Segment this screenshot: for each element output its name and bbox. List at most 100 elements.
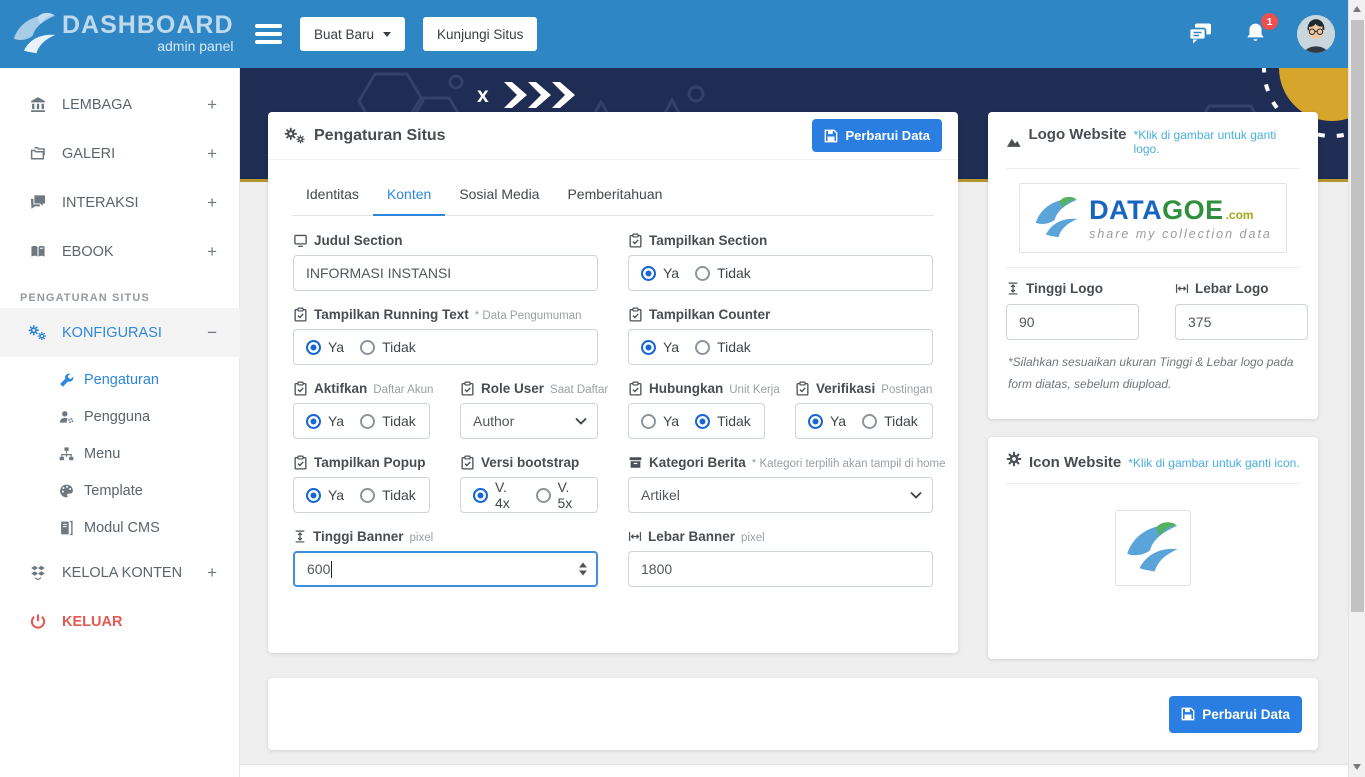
settings-card-header: Pengaturan Situs Perbarui Data xyxy=(268,112,958,160)
popup-radio-group: Ya Tidak xyxy=(293,477,430,513)
notification-badge: 1 xyxy=(1261,13,1278,30)
tinggi-banner-input[interactable]: 600 xyxy=(293,551,598,587)
radio-tidak[interactable]: Tidak xyxy=(695,339,751,355)
radio-tidak[interactable]: Tidak xyxy=(695,265,751,281)
field-tampilkan-section: Tampilkan Section Ya Tidak xyxy=(628,233,933,291)
konfigurasi-submenu: Pengaturan Pengguna Menu xyxy=(0,357,240,548)
field-sublabel: * Kategori terpilih akan tampil di home xyxy=(752,458,946,470)
expand-plus-icon[interactable]: + xyxy=(207,144,217,164)
sidebar-item-label: LEMBAGA xyxy=(62,97,132,113)
window-icon xyxy=(293,233,308,248)
clipboard-check-icon xyxy=(628,381,643,396)
logo-size-hint: *Silahkan sesuaikan ukuran Tinggi & Leba… xyxy=(988,340,1318,406)
submenu-item-pengguna[interactable]: Pengguna xyxy=(0,398,240,435)
field-label: Role User xyxy=(481,381,544,396)
radio-tidak[interactable]: Tidak xyxy=(360,413,416,429)
judul-section-input[interactable] xyxy=(306,256,585,290)
clipboard-check-icon xyxy=(628,233,643,248)
sidebar-item-kelola-konten[interactable]: KELOLA KONTEN + xyxy=(0,548,240,597)
brand-bird-icon xyxy=(12,11,58,57)
submenu-item-menu[interactable]: Menu xyxy=(0,435,240,472)
icon-website-card: Icon Website *Klik di gambar untuk ganti… xyxy=(988,437,1318,659)
buat-baru-label: Buat Baru xyxy=(314,27,374,42)
radio-tidak[interactable]: Tidak xyxy=(695,413,751,429)
expand-plus-icon[interactable]: + xyxy=(207,563,217,583)
radio-v5x[interactable]: V. 5x xyxy=(536,479,586,511)
site-logo-image[interactable]: DATAGOE.com share my collection data xyxy=(1019,183,1287,253)
tinggi-banner-value: 600 xyxy=(307,561,330,577)
lebar-banner-input[interactable] xyxy=(641,552,920,586)
scroll-up-arrow[interactable] xyxy=(1353,6,1361,12)
height-icon xyxy=(1006,281,1020,296)
chat-icon xyxy=(28,194,48,211)
radio-ya[interactable]: Ya xyxy=(641,339,679,355)
submenu-item-label: Template xyxy=(84,483,143,499)
sidebar-item-konfigurasi[interactable]: KONFIGURASI − xyxy=(0,308,240,357)
tab-sosial-media[interactable]: Sosial Media xyxy=(445,176,553,215)
tab-konten[interactable]: Konten xyxy=(373,176,445,216)
submenu-item-pengaturan[interactable]: Pengaturan xyxy=(0,361,240,398)
radio-tidak[interactable]: Tidak xyxy=(360,339,416,355)
field-sublabel: Daftar Akun xyxy=(373,384,433,396)
radio-ya[interactable]: Ya xyxy=(641,265,679,281)
field-sublabel: Saat Daftar xyxy=(550,384,608,396)
sidebar: LEMBAGA + GALERI + INTERAKSI + EBOOK + P… xyxy=(0,68,240,777)
expand-plus-icon[interactable]: + xyxy=(207,242,217,262)
radio-ya[interactable]: Ya xyxy=(306,413,344,429)
site-icon-image[interactable] xyxy=(1115,510,1191,586)
lebar-logo-input[interactable] xyxy=(1175,304,1308,340)
bank-icon xyxy=(28,96,48,113)
sidebar-item-label: KELOLA KONTEN xyxy=(62,565,182,581)
scroll-down-arrow[interactable] xyxy=(1353,764,1361,770)
logo-text-goe: GOE xyxy=(1162,195,1224,226)
wrench-icon xyxy=(58,372,75,388)
notifications-bell-icon[interactable]: 1 xyxy=(1244,21,1267,47)
sidebar-item-ebook[interactable]: EBOOK + xyxy=(0,227,240,276)
field-hubungkan: Hubungkan Unit Kerja Ya Tidak xyxy=(628,381,765,439)
radio-v4x[interactable]: V. 4x xyxy=(473,479,523,511)
role-user-select[interactable]: Author xyxy=(460,403,598,439)
expand-plus-icon[interactable]: + xyxy=(207,193,217,213)
perbarui-data-button-top[interactable]: Perbarui Data xyxy=(812,119,942,152)
kunjungi-situs-button[interactable]: Kunjungi Situs xyxy=(423,17,537,51)
sidebar-item-interaksi[interactable]: INTERAKSI + xyxy=(0,178,240,227)
sidebar-item-lembaga[interactable]: LEMBAGA + xyxy=(0,80,240,129)
field-label: Kategori Berita xyxy=(649,455,746,470)
expand-plus-icon[interactable]: + xyxy=(207,95,217,115)
scrollbar-thumb[interactable] xyxy=(1351,20,1364,612)
radio-ya[interactable]: Ya xyxy=(306,339,344,355)
kategori-berita-select[interactable]: Artikel xyxy=(628,477,933,513)
radio-ya[interactable]: Ya xyxy=(808,413,846,429)
radio-tidak[interactable]: Tidak xyxy=(360,487,416,503)
tinggi-logo-input[interactable] xyxy=(1006,304,1139,340)
role-user-value: Author xyxy=(473,413,514,429)
kunjungi-situs-label: Kunjungi Situs xyxy=(437,27,523,42)
buat-baru-button[interactable]: Buat Baru xyxy=(300,17,405,51)
user-avatar[interactable] xyxy=(1297,15,1335,53)
save-icon xyxy=(1181,707,1195,721)
radio-ya[interactable]: Ya xyxy=(641,413,679,429)
radio-ya[interactable]: Ya xyxy=(306,487,344,503)
sidebar-item-keluar[interactable]: KELUAR xyxy=(0,597,240,646)
tab-identitas[interactable]: Identitas xyxy=(292,176,373,215)
tab-pemberitahuan[interactable]: Pemberitahuan xyxy=(553,176,676,215)
field-tinggi-logo: Tinggi Logo xyxy=(1006,281,1139,340)
perbarui-data-button-bottom[interactable]: Perbarui Data xyxy=(1169,696,1302,733)
radio-tidak[interactable]: Tidak xyxy=(862,413,918,429)
decor-x-text: x xyxy=(477,84,489,107)
running-text-radio-group: Ya Tidak xyxy=(293,329,598,365)
field-tinggi-banner: Tinggi Banner pixel 600 xyxy=(293,529,598,587)
submenu-item-template[interactable]: Template xyxy=(0,472,240,509)
hamburger-menu-icon[interactable] xyxy=(255,20,282,49)
submenu-item-modul-cms[interactable]: Modul CMS xyxy=(0,509,240,546)
window-scrollbar[interactable] xyxy=(1348,0,1365,777)
messages-icon[interactable] xyxy=(1187,22,1214,46)
sidebar-item-galeri[interactable]: GALERI + xyxy=(0,129,240,178)
brand-logo[interactable]: DASHBOARD admin panel xyxy=(0,0,240,68)
field-label: Lebar Banner xyxy=(648,529,735,544)
field-sublabel: * Data Pengumuman xyxy=(475,310,582,322)
field-kategori-berita: Kategori Berita * Kategori terpilih akan… xyxy=(628,455,933,513)
collapse-minus-icon[interactable]: − xyxy=(207,323,217,343)
judul-section-input-wrap xyxy=(293,255,598,291)
number-spinner[interactable] xyxy=(579,563,587,576)
